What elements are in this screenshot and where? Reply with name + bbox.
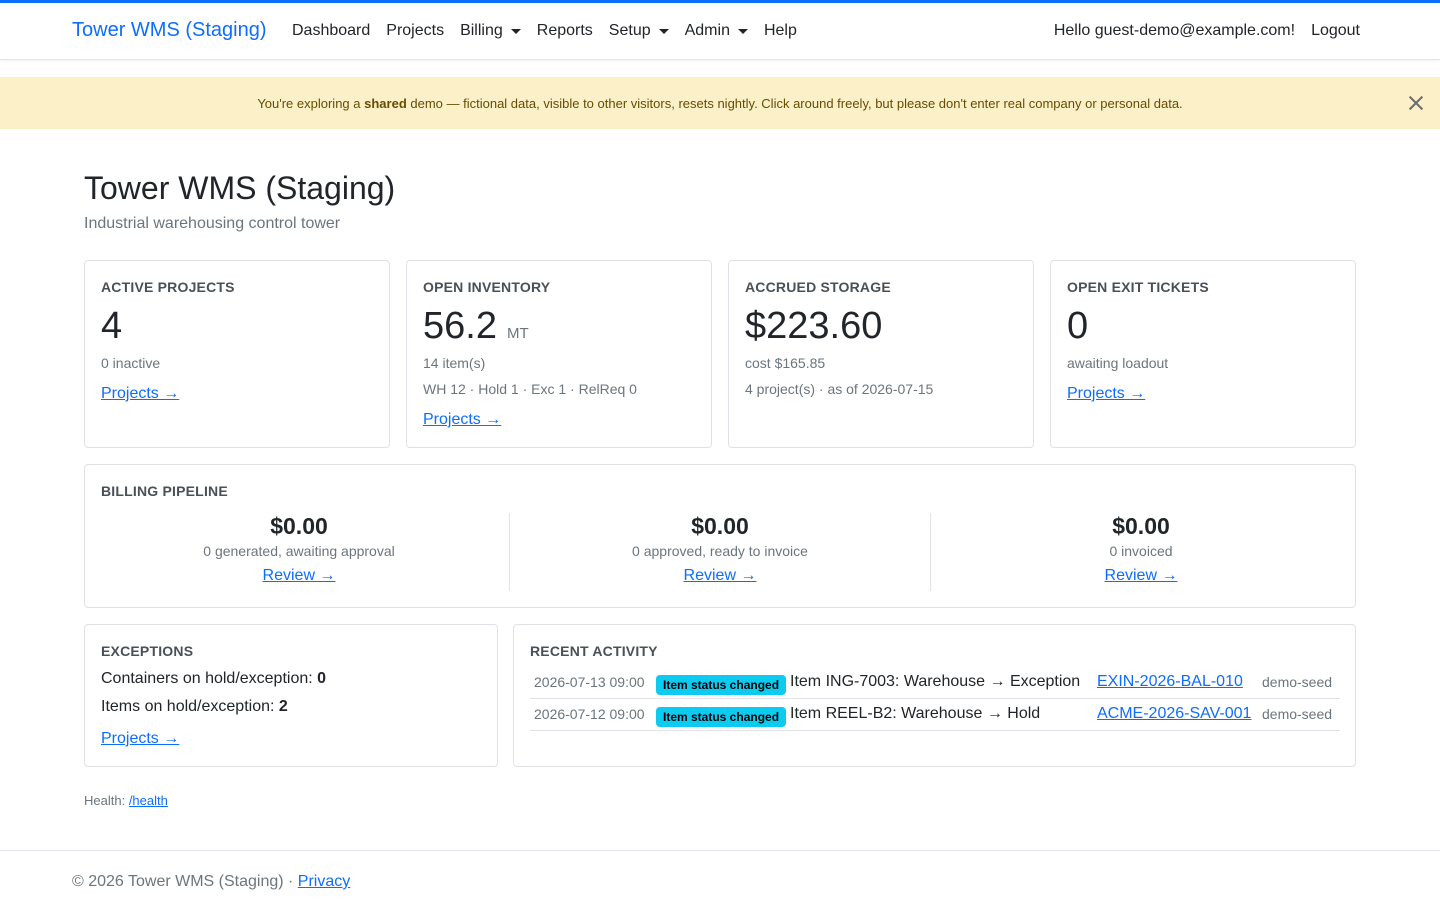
nav-help[interactable]: Help xyxy=(756,22,805,40)
nav-billing-label: Billing xyxy=(460,22,503,39)
kpi-value: 0 xyxy=(1067,305,1089,347)
card-recent-activity: RECENT ACTIVITY 2026-07-13 09:00 Item st… xyxy=(513,624,1356,767)
projects-link[interactable]: Projects → xyxy=(1067,385,1145,403)
pipeline-desc: 0 invoiced xyxy=(1109,543,1173,559)
nav-admin-dropdown[interactable]: Admin xyxy=(677,22,756,40)
pipeline-amount: $0.00 xyxy=(270,513,328,539)
close-icon[interactable] xyxy=(1406,93,1426,113)
card-active-projects: ACTIVE PROJECTS 4 0 inactive Projects → xyxy=(84,260,390,448)
pipeline-amount: $0.00 xyxy=(691,513,749,539)
footer: © 2026 Tower WMS (Staging) · Privacy xyxy=(72,873,350,891)
alert-text-post: demo — fictional data, visible to other … xyxy=(406,95,1183,111)
card-title: OPEN EXIT TICKETS xyxy=(1067,279,1209,295)
kpi-breakdown: WH 12 · Hold 1 · Exc 1 · RelReq 0 xyxy=(423,381,637,397)
kpi-subtext: 14 item(s) xyxy=(423,355,486,371)
kpi-value-wrap: 56.2 MT xyxy=(423,305,529,348)
card-title: EXCEPTIONS xyxy=(101,643,194,659)
kpi-value: 4 xyxy=(101,305,123,347)
card-accrued-storage: ACCRUED STORAGE $223.60 cost $165.85 4 p… xyxy=(728,260,1034,448)
footer-divider xyxy=(0,850,1440,851)
exc-label: Items on hold/exception: xyxy=(101,698,279,715)
top-navbar: Tower WMS (Staging) Dashboard Projects B… xyxy=(0,3,1440,60)
card-title: OPEN INVENTORY xyxy=(423,279,551,295)
nav-links: Dashboard Projects Billing Reports Setup… xyxy=(284,22,805,40)
pipeline-desc: 0 generated, awaiting approval xyxy=(203,543,395,559)
projects-link[interactable]: Projects → xyxy=(101,385,179,403)
items-on-hold: Items on hold/exception: 2 xyxy=(101,698,288,716)
alert-text-bold: shared xyxy=(364,95,407,111)
chevron-down-icon xyxy=(510,28,521,34)
demo-alert-banner: You're exploring a shared demo — fiction… xyxy=(0,77,1440,129)
brand-link[interactable]: Tower WMS (Staging) xyxy=(72,19,267,42)
containers-on-hold: Containers on hold/exception: 0 xyxy=(101,670,326,688)
status-badge: Item status changed xyxy=(656,707,787,727)
nav-setup-dropdown[interactable]: Setup xyxy=(601,22,677,40)
kpi-value: 56.2 xyxy=(423,305,497,347)
kpi-subtext: awaiting loadout xyxy=(1067,355,1169,371)
activity-time: 2026-07-13 09:00 xyxy=(534,674,645,690)
health-line: Health: /health xyxy=(84,793,168,808)
card-title: ACTIVE PROJECTS xyxy=(101,279,235,295)
nav-user-area: Hello guest-demo@example.com! Logout xyxy=(1054,22,1360,40)
activity-time: 2026-07-12 09:00 xyxy=(534,706,645,722)
kpi-subtext: 0 inactive xyxy=(101,355,161,371)
nav-billing-dropdown[interactable]: Billing xyxy=(452,22,529,40)
nav-dashboard[interactable]: Dashboard xyxy=(284,22,378,40)
exc-count: 2 xyxy=(278,698,288,715)
health-link[interactable]: /health xyxy=(129,793,168,808)
pipeline-desc: 0 approved, ready to invoice xyxy=(632,543,808,559)
activity-row: 2026-07-13 09:00 Item status changed Ite… xyxy=(530,668,1340,699)
projects-link[interactable]: Projects → xyxy=(101,730,179,748)
chevron-down-icon xyxy=(658,28,669,34)
card-title: RECENT ACTIVITY xyxy=(530,643,658,659)
user-greeting: Hello guest-demo@example.com! xyxy=(1053,22,1296,39)
card-open-inventory: OPEN INVENTORY 56.2 MT 14 item(s) WH 12 ·… xyxy=(406,260,712,448)
projects-link[interactable]: Projects → xyxy=(423,411,501,429)
activity-text: Item ING-7003: Warehouse → Exception xyxy=(790,673,1081,690)
page-subtitle: Industrial warehousing control tower xyxy=(84,215,341,232)
card-title: ACCRUED STORAGE xyxy=(745,279,891,295)
logout-link[interactable]: Logout xyxy=(1311,22,1360,40)
footer-copyright: © 2026 Tower WMS (Staging) · xyxy=(72,873,298,890)
nav-projects[interactable]: Projects xyxy=(378,22,452,40)
pipeline-amount: $0.00 xyxy=(1112,513,1170,539)
status-badge: Item status changed xyxy=(656,675,787,695)
pipeline-generated: $0.00 0 generated, awaiting approval Rev… xyxy=(89,513,509,591)
kpi-value: $223.60 xyxy=(745,305,883,347)
review-link[interactable]: Review → xyxy=(263,567,336,585)
alert-message: You're exploring a shared demo — fiction… xyxy=(257,96,1182,111)
review-link[interactable]: Review → xyxy=(684,567,757,585)
project-ref-link[interactable]: ACME-2026-SAV-001 xyxy=(1097,705,1251,723)
kpi-breakdown: 4 project(s) · as of 2026-07-15 xyxy=(745,381,934,397)
activity-user: demo-seed xyxy=(1262,674,1333,690)
chevron-down-icon xyxy=(737,28,748,34)
activity-row: 2026-07-12 09:00 Item status changed Ite… xyxy=(530,700,1340,731)
nav-reports[interactable]: Reports xyxy=(529,22,601,40)
health-label: Health: xyxy=(84,793,129,808)
pipeline-approved: $0.00 0 approved, ready to invoice Revie… xyxy=(510,513,930,591)
review-link[interactable]: Review → xyxy=(1105,567,1178,585)
pipeline-invoiced: $0.00 0 invoiced Review → xyxy=(931,513,1351,591)
privacy-link[interactable]: Privacy xyxy=(298,873,350,890)
page-title: Tower WMS (Staging) xyxy=(84,170,396,206)
alert-text-pre: You're exploring a xyxy=(257,95,365,111)
exc-label: Containers on hold/exception: xyxy=(101,670,318,687)
project-ref-link[interactable]: EXIN-2026-BAL-010 xyxy=(1097,673,1243,691)
card-title: BILLING PIPELINE xyxy=(101,483,228,499)
card-billing-pipeline: BILLING PIPELINE $0.00 0 generated, awai… xyxy=(84,464,1356,608)
activity-user: demo-seed xyxy=(1262,706,1333,722)
kpi-unit: MT xyxy=(506,325,529,342)
card-exceptions: EXCEPTIONS Containers on hold/exception:… xyxy=(84,624,498,767)
nav-admin-label: Admin xyxy=(684,22,730,39)
exc-count: 0 xyxy=(317,670,327,687)
card-open-exit-tickets: OPEN EXIT TICKETS 0 awaiting loadout Pro… xyxy=(1050,260,1356,448)
nav-setup-label: Setup xyxy=(608,22,651,39)
kpi-subtext: cost $165.85 xyxy=(745,355,826,371)
activity-text: Item REEL-B2: Warehouse → Hold xyxy=(790,705,1041,722)
